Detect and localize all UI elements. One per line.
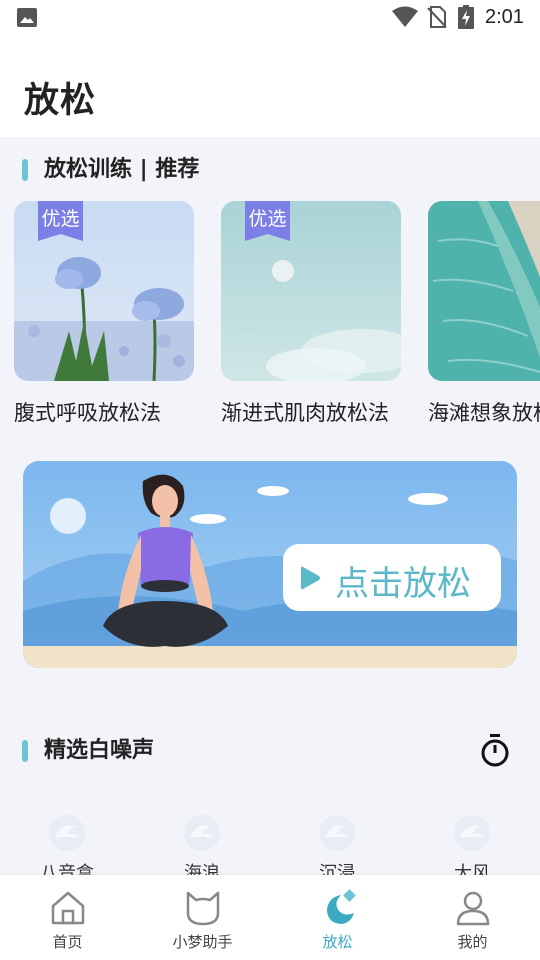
no-sim-icon [427, 6, 447, 28]
start-relax-button[interactable]: 点击放松 [283, 544, 501, 611]
battery-icon [458, 5, 474, 29]
noise-item-icon [319, 815, 355, 851]
gallery-icon [17, 8, 37, 27]
white-noise-section-title: 精选白噪声 [44, 738, 155, 763]
section-accent-bar [22, 740, 28, 762]
training-section-title: 放松训练 | 推荐 [44, 157, 200, 182]
user-icon [456, 891, 489, 926]
noise-item-label: 大风 [454, 863, 490, 875]
wifi-icon [392, 6, 418, 27]
beach-image [428, 201, 540, 381]
start-relax-label: 点击放松 [335, 564, 471, 604]
training-card-progressive-muscle[interactable]: 优选 渐进式肌肉放松法 [221, 201, 401, 427]
card-title: 渐进式肌肉放松法 [221, 401, 389, 425]
home-icon [51, 891, 84, 925]
tab-profile[interactable]: 我的 [405, 875, 540, 960]
tab-assistant[interactable]: 小梦助手 [135, 875, 270, 960]
noise-item-icon [454, 815, 490, 851]
noise-item-immersion[interactable]: 沉浸 [277, 813, 397, 875]
bottom-tab-bar: 首页 小梦助手 放松 我的 [0, 875, 540, 960]
card-thumbnail-beach [428, 201, 540, 381]
card-title: 海滩想象放松法 [428, 401, 540, 425]
status-bar: 2:01 [0, 0, 540, 36]
noise-item-icon [184, 815, 220, 851]
cat-icon [186, 891, 219, 926]
noise-item-label: 海浪 [184, 863, 220, 875]
tab-label: 放松 [322, 933, 353, 951]
section-accent-bar [22, 159, 28, 181]
play-icon [301, 566, 320, 590]
training-section-header: 放松训练 | 推荐 [0, 155, 540, 185]
training-card-beach-imagery[interactable]: 海滩想象放松法 [428, 201, 540, 427]
tab-home[interactable]: 首页 [0, 875, 135, 960]
tab-label: 首页 [52, 933, 83, 951]
tab-label: 我的 [457, 933, 488, 951]
card-title: 腹式呼吸放松法 [14, 401, 161, 425]
relax-banner[interactable]: 点击放松 [23, 461, 517, 668]
timer-icon[interactable] [480, 734, 510, 768]
status-time: 2:01 [485, 6, 524, 28]
tab-relax[interactable]: 放松 [270, 875, 405, 960]
featured-badge: 优选 [38, 201, 83, 241]
noise-item-label: 沉浸 [319, 863, 355, 875]
training-card-list[interactable]: 优选 腹式呼吸放松法 优选 渐进式肌肉放松法 海滩想象放 [0, 201, 540, 431]
noise-item-label: 八音盒 [40, 863, 94, 875]
noise-item-music-box[interactable]: 八音盒 [7, 813, 127, 875]
page-title: 放松 [24, 81, 97, 121]
tab-label: 小梦助手 [172, 933, 233, 951]
noise-item-strong-wind[interactable]: 大风 [412, 813, 532, 875]
moon-icon [326, 889, 356, 924]
training-card-abdominal-breathing[interactable]: 优选 腹式呼吸放松法 [14, 201, 194, 427]
content-area[interactable]: 放松训练 | 推荐 优选 腹式呼吸放松法 优选 渐进式肌肉放松法 海滩想象放 点… [0, 137, 540, 875]
noise-item-ocean-waves[interactable]: 海浪 [142, 813, 262, 875]
white-noise-section-header: 精选白噪声 [0, 736, 540, 766]
featured-badge: 优选 [245, 201, 290, 241]
noise-item-icon [49, 815, 85, 851]
white-noise-list[interactable]: 八音盒 海浪 沉浸 大风 [0, 813, 540, 875]
